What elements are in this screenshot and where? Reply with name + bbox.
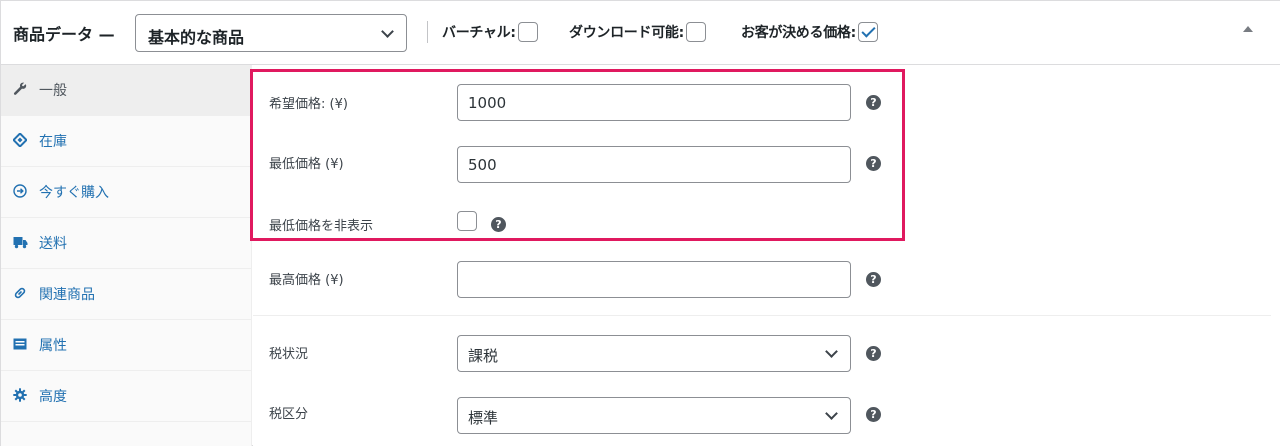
max-price-label: 最高価格 (¥) [269, 273, 344, 288]
min-price-value: 500 [468, 156, 497, 174]
help-icon[interactable]: ? [491, 217, 506, 232]
gear-icon [12, 388, 28, 404]
truck-icon [12, 235, 28, 251]
general-panel: 希望価格: (¥) 1000 ? 最低価格 (¥) 500 ? 最低価格を非表示… [250, 65, 1280, 446]
chevron-down-icon [825, 345, 838, 358]
tab-general-label: 一般 [39, 83, 67, 99]
min-price-input[interactable]: 500 [457, 146, 851, 183]
tab-attributes-label: 属性 [39, 338, 67, 354]
name-your-price-label: お客が決める価格: [741, 25, 856, 41]
tax-status-label: 税状況 [269, 347, 309, 362]
collapse-toggle-icon[interactable] [1243, 26, 1253, 32]
tab-buy-now[interactable]: 今すぐ購入 [1, 167, 251, 218]
product-data-tabs: 一般 在庫 今すぐ購入 送料 関連商品 属性 高度 [1, 65, 252, 446]
tax-status-select[interactable]: 課税 [457, 335, 851, 372]
suggested-price-value: 1000 [468, 94, 507, 112]
product-data-panel: 商品データ — 基本的な商品 バーチャル: ダウンロード可能: お客が決める価格… [0, 0, 1280, 446]
tab-general[interactable]: 一般 [1, 65, 251, 116]
tax-status-value: 課税 [468, 347, 499, 365]
suggested-price-input[interactable]: 1000 [457, 84, 851, 121]
tab-buy-now-label: 今すぐ購入 [39, 185, 109, 201]
tab-linked-products-label: 関連商品 [39, 287, 95, 303]
tax-class-label: 税区分 [269, 407, 309, 422]
tax-class-value: 標準 [468, 409, 499, 427]
tab-shipping-label: 送料 [39, 236, 67, 252]
downloadable-option[interactable]: ダウンロード可能: [569, 22, 706, 42]
help-icon[interactable]: ? [866, 407, 881, 422]
tab-attributes[interactable]: 属性 [1, 320, 251, 371]
tab-advanced[interactable]: 高度 [1, 371, 251, 422]
product-type-select[interactable]: 基本的な商品 [135, 14, 407, 52]
downloadable-checkbox[interactable] [685, 22, 706, 42]
help-icon[interactable]: ? [866, 346, 881, 361]
tab-inventory[interactable]: 在庫 [1, 116, 251, 167]
panel-title: 商品データ — [13, 25, 115, 44]
wrench-icon [12, 82, 28, 98]
link-icon [12, 286, 28, 302]
name-your-price-option[interactable]: お客が決める価格: [741, 22, 878, 42]
arrow-circle-icon [12, 184, 28, 200]
max-price-input[interactable] [457, 261, 851, 298]
help-icon[interactable]: ? [866, 156, 881, 171]
section-divider [253, 315, 1271, 316]
virtual-label: バーチャル: [442, 25, 516, 41]
chevron-down-icon [381, 25, 394, 38]
hide-min-price-label: 最低価格を非表示 [269, 219, 374, 234]
help-icon[interactable]: ? [866, 272, 881, 287]
name-your-price-checkbox[interactable] [857, 22, 878, 42]
tab-advanced-label: 高度 [39, 389, 67, 405]
header-divider [427, 21, 428, 43]
tab-linked-products[interactable]: 関連商品 [1, 269, 251, 320]
min-price-label: 最低価格 (¥) [269, 157, 344, 172]
tab-inventory-label: 在庫 [39, 134, 67, 150]
downloadable-label: ダウンロード可能: [569, 25, 684, 41]
product-data-header: 商品データ — 基本的な商品 バーチャル: ダウンロード可能: お客が決める価格… [1, 1, 1280, 65]
chevron-down-icon [825, 407, 838, 420]
help-icon[interactable]: ? [866, 95, 881, 110]
suggested-price-label: 希望価格: (¥) [269, 97, 348, 112]
virtual-checkbox[interactable] [517, 22, 538, 42]
hide-min-price-checkbox[interactable] [457, 211, 477, 231]
tag-icon [12, 132, 28, 149]
list-icon [12, 337, 28, 353]
virtual-option[interactable]: バーチャル: [442, 22, 538, 42]
product-type-value: 基本的な商品 [148, 28, 245, 47]
tab-shipping[interactable]: 送料 [1, 218, 251, 269]
tax-class-select[interactable]: 標準 [457, 397, 851, 434]
